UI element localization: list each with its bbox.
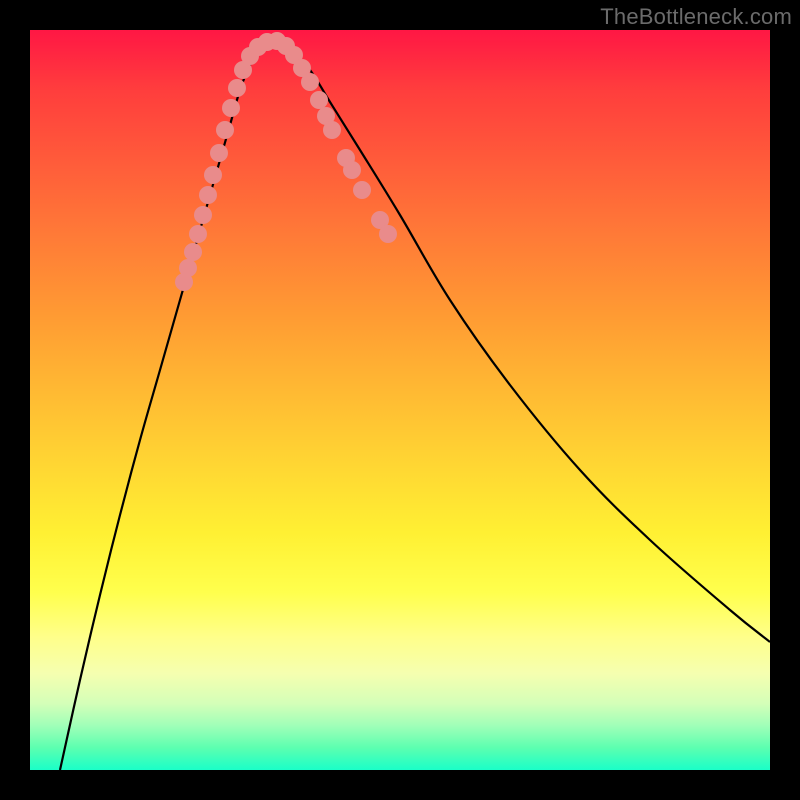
curve-svg [30,30,770,770]
highlight-dot [189,225,207,243]
highlight-dot [216,121,234,139]
highlight-dot [379,225,397,243]
highlight-dot [310,91,328,109]
highlight-dot [222,99,240,117]
highlight-dot [199,186,217,204]
bottleneck-curve [60,42,770,770]
highlight-dots [175,32,397,291]
highlight-dot [353,181,371,199]
highlight-dot [204,166,222,184]
highlight-dot [184,243,202,261]
highlight-dot [343,161,361,179]
plot-area [30,30,770,770]
highlight-dot [179,259,197,277]
highlight-dot [194,206,212,224]
highlight-dot [228,79,246,97]
chart-frame: TheBottleneck.com [0,0,800,800]
highlight-dot [301,73,319,91]
watermark-text: TheBottleneck.com [600,4,792,30]
highlight-dot [210,144,228,162]
highlight-dot [323,121,341,139]
